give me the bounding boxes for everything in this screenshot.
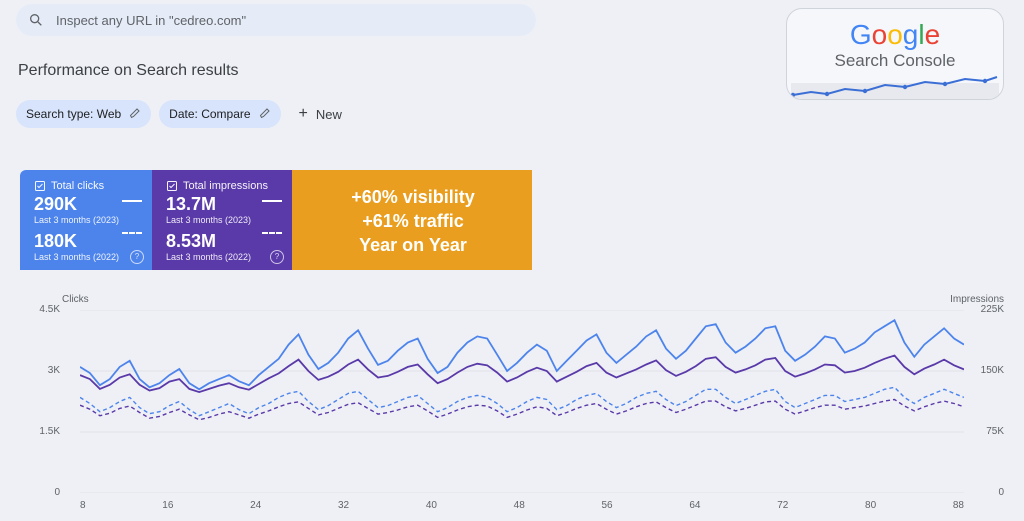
date-compare-label: Date: Compare: [169, 107, 250, 121]
card-header: Total impressions: [166, 180, 280, 192]
filter-chip-row: Search type: Web Date: Compare + New: [16, 100, 352, 128]
legend-line-solid: [122, 200, 142, 202]
impressions-2022-sub: Last 3 months (2022): [166, 252, 280, 262]
date-compare-chip[interactable]: Date: Compare: [159, 100, 280, 128]
card-header: Total clicks: [34, 180, 140, 192]
edit-icon: [259, 107, 271, 122]
checkbox-icon: [166, 180, 178, 192]
google-logo: Google: [787, 19, 1003, 51]
search-placeholder: Inspect any URL in "cedreo.com": [56, 13, 246, 28]
x-ticks: 816243240485664728088: [80, 500, 964, 511]
search-type-chip[interactable]: Search type: Web: [16, 100, 151, 128]
legend-line-dashed: [122, 232, 142, 234]
highlight-line-2: +61% traffic: [351, 209, 475, 233]
total-impressions-card[interactable]: Total impressions 13.7M Last 3 months (2…: [152, 170, 292, 270]
new-filter-label: New: [316, 107, 342, 122]
new-filter-button[interactable]: + New: [289, 100, 352, 128]
clicks-2022-value: 180K: [34, 231, 140, 252]
y-axis-left-label: Clicks: [62, 294, 89, 305]
search-type-label: Search type: Web: [26, 107, 121, 121]
performance-chart: Clicks Impressions 4.5K3K1.5K0 225K150K7…: [20, 290, 1004, 507]
chart-plot-area[interactable]: [80, 310, 964, 493]
checkbox-icon: [34, 180, 46, 192]
url-inspect-search[interactable]: Inspect any URL in "cedreo.com": [16, 4, 536, 36]
highlight-line-1: +60% visibility: [351, 185, 475, 209]
legend-line-dashed: [262, 232, 282, 234]
search-icon: [28, 12, 44, 28]
search-console-label: Search Console: [787, 51, 1003, 71]
edit-icon: [129, 107, 141, 122]
clicks-2022-sub: Last 3 months (2022): [34, 252, 140, 262]
page-title: Performance on Search results: [18, 62, 239, 80]
badge-sparkline: [791, 73, 999, 99]
impressions-2023-sub: Last 3 months (2023): [166, 215, 280, 225]
clicks-2023-sub: Last 3 months (2023): [34, 215, 140, 225]
legend-line-solid: [262, 200, 282, 202]
impressions-2023-value: 13.7M: [166, 194, 280, 215]
info-icon[interactable]: ?: [130, 250, 144, 264]
highlight-callout: +60% visibility +61% traffic Year on Yea…: [292, 170, 532, 270]
info-icon[interactable]: ?: [270, 250, 284, 264]
highlight-line-3: Year on Year: [351, 233, 475, 257]
impressions-2022-value: 8.53M: [166, 231, 280, 252]
total-clicks-card[interactable]: Total clicks 290K Last 3 months (2023) 1…: [20, 170, 152, 270]
metric-cards: Total clicks 290K Last 3 months (2023) 1…: [20, 170, 532, 270]
google-search-console-badge: Google Search Console: [786, 8, 1004, 100]
clicks-2023-value: 290K: [34, 194, 140, 215]
